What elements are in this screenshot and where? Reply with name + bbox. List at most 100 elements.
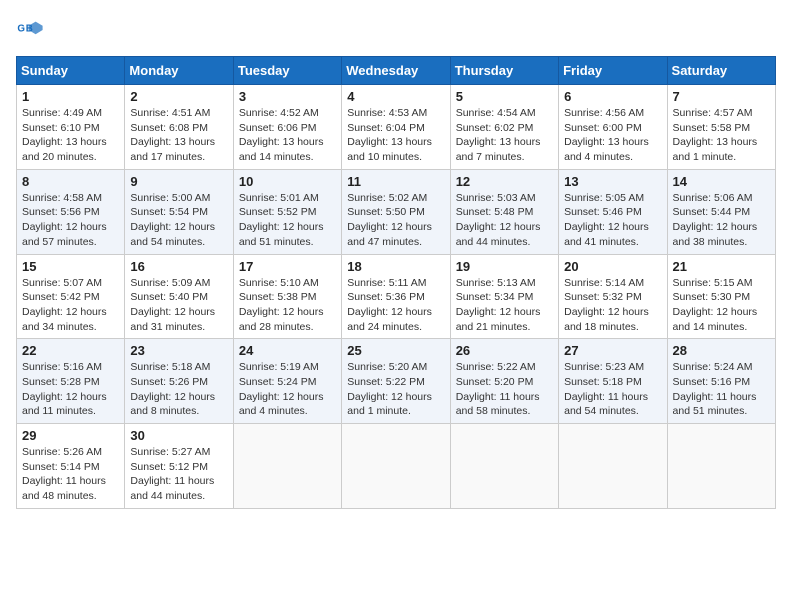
calendar-header-sunday: Sunday [17,57,125,85]
day-number: 18 [347,259,444,274]
calendar-cell: 30 Sunrise: 5:27 AMSunset: 5:12 PMDaylig… [125,424,233,509]
day-info: Sunrise: 4:54 AMSunset: 6:02 PMDaylight:… [456,107,541,163]
day-number: 17 [239,259,336,274]
calendar-cell: 18 Sunrise: 5:11 AMSunset: 5:36 PMDaylig… [342,254,450,339]
logo-icon: G B [16,16,44,44]
calendar-header-saturday: Saturday [667,57,775,85]
day-number: 12 [456,174,553,189]
calendar-cell: 21 Sunrise: 5:15 AMSunset: 5:30 PMDaylig… [667,254,775,339]
day-info: Sunrise: 4:58 AMSunset: 5:56 PMDaylight:… [22,192,107,248]
calendar-cell: 3 Sunrise: 4:52 AMSunset: 6:06 PMDayligh… [233,85,341,170]
calendar-cell: 16 Sunrise: 5:09 AMSunset: 5:40 PMDaylig… [125,254,233,339]
day-number: 13 [564,174,661,189]
calendar-cell: 4 Sunrise: 4:53 AMSunset: 6:04 PMDayligh… [342,85,450,170]
calendar-header-thursday: Thursday [450,57,558,85]
day-info: Sunrise: 5:00 AMSunset: 5:54 PMDaylight:… [130,192,215,248]
day-number: 11 [347,174,444,189]
day-info: Sunrise: 5:06 AMSunset: 5:44 PMDaylight:… [673,192,758,248]
day-number: 15 [22,259,119,274]
day-info: Sunrise: 5:27 AMSunset: 5:12 PMDaylight:… [130,446,214,502]
calendar-cell: 2 Sunrise: 4:51 AMSunset: 6:08 PMDayligh… [125,85,233,170]
calendar-cell [233,424,341,509]
calendar-week-1: 1 Sunrise: 4:49 AMSunset: 6:10 PMDayligh… [17,85,776,170]
day-info: Sunrise: 5:26 AMSunset: 5:14 PMDaylight:… [22,446,106,502]
calendar-cell [559,424,667,509]
calendar-cell: 9 Sunrise: 5:00 AMSunset: 5:54 PMDayligh… [125,169,233,254]
day-number: 26 [456,343,553,358]
calendar-cell [667,424,775,509]
day-info: Sunrise: 5:20 AMSunset: 5:22 PMDaylight:… [347,361,432,417]
day-info: Sunrise: 5:02 AMSunset: 5:50 PMDaylight:… [347,192,432,248]
day-info: Sunrise: 5:01 AMSunset: 5:52 PMDaylight:… [239,192,324,248]
day-number: 7 [673,89,770,104]
calendar-cell: 6 Sunrise: 4:56 AMSunset: 6:00 PMDayligh… [559,85,667,170]
calendar-cell: 25 Sunrise: 5:20 AMSunset: 5:22 PMDaylig… [342,339,450,424]
day-number: 6 [564,89,661,104]
calendar-week-5: 29 Sunrise: 5:26 AMSunset: 5:14 PMDaylig… [17,424,776,509]
calendar-cell: 1 Sunrise: 4:49 AMSunset: 6:10 PMDayligh… [17,85,125,170]
calendar-cell: 23 Sunrise: 5:18 AMSunset: 5:26 PMDaylig… [125,339,233,424]
day-info: Sunrise: 5:18 AMSunset: 5:26 PMDaylight:… [130,361,215,417]
calendar-cell: 12 Sunrise: 5:03 AMSunset: 5:48 PMDaylig… [450,169,558,254]
day-number: 8 [22,174,119,189]
day-info: Sunrise: 5:23 AMSunset: 5:18 PMDaylight:… [564,361,648,417]
day-info: Sunrise: 5:05 AMSunset: 5:46 PMDaylight:… [564,192,649,248]
calendar-week-2: 8 Sunrise: 4:58 AMSunset: 5:56 PMDayligh… [17,169,776,254]
calendar-header-tuesday: Tuesday [233,57,341,85]
calendar-cell: 7 Sunrise: 4:57 AMSunset: 5:58 PMDayligh… [667,85,775,170]
day-number: 24 [239,343,336,358]
calendar-cell: 10 Sunrise: 5:01 AMSunset: 5:52 PMDaylig… [233,169,341,254]
svg-text:G: G [17,23,25,34]
day-number: 23 [130,343,227,358]
day-number: 16 [130,259,227,274]
calendar-header-wednesday: Wednesday [342,57,450,85]
calendar-cell: 8 Sunrise: 4:58 AMSunset: 5:56 PMDayligh… [17,169,125,254]
calendar-cell: 24 Sunrise: 5:19 AMSunset: 5:24 PMDaylig… [233,339,341,424]
calendar-cell: 29 Sunrise: 5:26 AMSunset: 5:14 PMDaylig… [17,424,125,509]
day-info: Sunrise: 5:07 AMSunset: 5:42 PMDaylight:… [22,277,107,333]
day-number: 28 [673,343,770,358]
day-info: Sunrise: 4:49 AMSunset: 6:10 PMDaylight:… [22,107,107,163]
day-info: Sunrise: 5:10 AMSunset: 5:38 PMDaylight:… [239,277,324,333]
day-info: Sunrise: 4:56 AMSunset: 6:00 PMDaylight:… [564,107,649,163]
calendar-cell: 26 Sunrise: 5:22 AMSunset: 5:20 PMDaylig… [450,339,558,424]
calendar-cell: 5 Sunrise: 4:54 AMSunset: 6:02 PMDayligh… [450,85,558,170]
day-number: 19 [456,259,553,274]
day-info: Sunrise: 5:09 AMSunset: 5:40 PMDaylight:… [130,277,215,333]
day-number: 1 [22,89,119,104]
day-info: Sunrise: 4:53 AMSunset: 6:04 PMDaylight:… [347,107,432,163]
calendar-cell: 20 Sunrise: 5:14 AMSunset: 5:32 PMDaylig… [559,254,667,339]
calendar-week-3: 15 Sunrise: 5:07 AMSunset: 5:42 PMDaylig… [17,254,776,339]
day-number: 10 [239,174,336,189]
calendar-cell: 22 Sunrise: 5:16 AMSunset: 5:28 PMDaylig… [17,339,125,424]
day-number: 22 [22,343,119,358]
day-number: 14 [673,174,770,189]
calendar-cell: 14 Sunrise: 5:06 AMSunset: 5:44 PMDaylig… [667,169,775,254]
calendar-cell: 15 Sunrise: 5:07 AMSunset: 5:42 PMDaylig… [17,254,125,339]
day-info: Sunrise: 5:14 AMSunset: 5:32 PMDaylight:… [564,277,649,333]
day-info: Sunrise: 5:15 AMSunset: 5:30 PMDaylight:… [673,277,758,333]
calendar-cell [450,424,558,509]
day-number: 9 [130,174,227,189]
calendar-header-row: SundayMondayTuesdayWednesdayThursdayFrid… [17,57,776,85]
day-number: 25 [347,343,444,358]
day-number: 2 [130,89,227,104]
calendar-header-friday: Friday [559,57,667,85]
day-info: Sunrise: 4:57 AMSunset: 5:58 PMDaylight:… [673,107,758,163]
day-number: 27 [564,343,661,358]
calendar-body: 1 Sunrise: 4:49 AMSunset: 6:10 PMDayligh… [17,85,776,509]
day-info: Sunrise: 4:52 AMSunset: 6:06 PMDaylight:… [239,107,324,163]
calendar-cell: 19 Sunrise: 5:13 AMSunset: 5:34 PMDaylig… [450,254,558,339]
calendar-table: SundayMondayTuesdayWednesdayThursdayFrid… [16,56,776,509]
calendar-cell: 27 Sunrise: 5:23 AMSunset: 5:18 PMDaylig… [559,339,667,424]
calendar-cell: 17 Sunrise: 5:10 AMSunset: 5:38 PMDaylig… [233,254,341,339]
day-info: Sunrise: 5:19 AMSunset: 5:24 PMDaylight:… [239,361,324,417]
day-number: 3 [239,89,336,104]
calendar-cell: 28 Sunrise: 5:24 AMSunset: 5:16 PMDaylig… [667,339,775,424]
day-number: 30 [130,428,227,443]
calendar-week-4: 22 Sunrise: 5:16 AMSunset: 5:28 PMDaylig… [17,339,776,424]
day-info: Sunrise: 5:11 AMSunset: 5:36 PMDaylight:… [347,277,432,333]
day-info: Sunrise: 5:22 AMSunset: 5:20 PMDaylight:… [456,361,540,417]
day-number: 20 [564,259,661,274]
day-number: 21 [673,259,770,274]
